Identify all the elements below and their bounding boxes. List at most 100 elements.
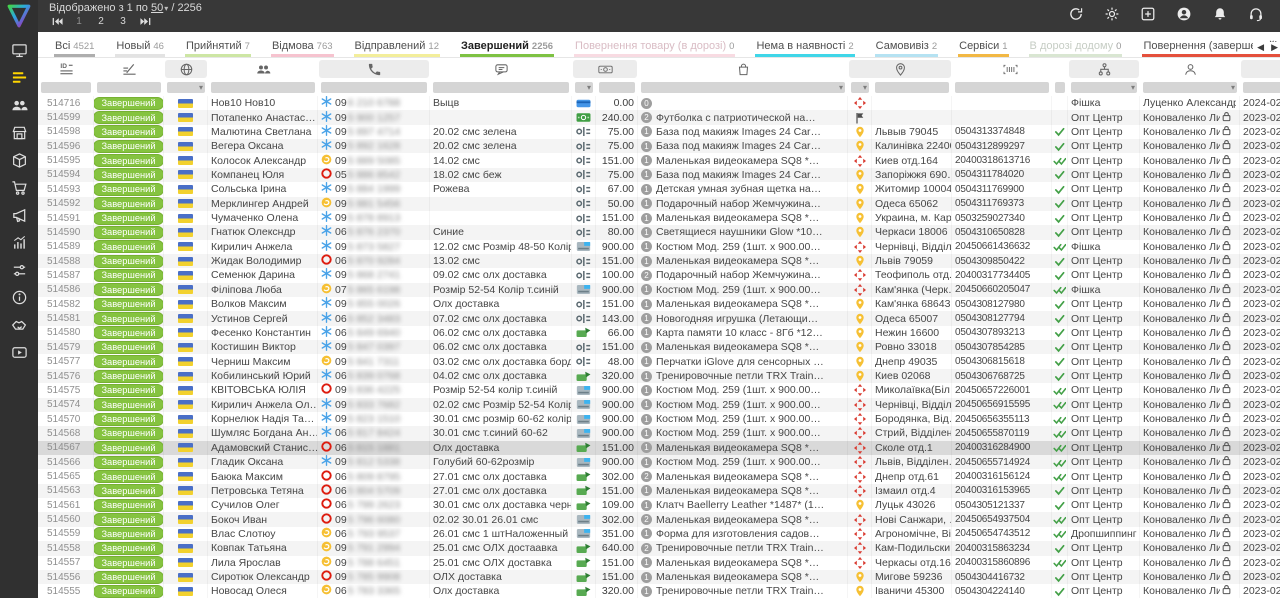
tab-Завершений[interactable]: Завершений2256 [460,36,554,57]
filter-input-col2[interactable] [97,82,161,93]
column-header-source-share[interactable] [1069,60,1139,78]
settings-button[interactable] [1094,0,1130,32]
notifications-button[interactable] [1202,0,1238,32]
sidebar-item-tutorials[interactable] [0,342,38,370]
table-row[interactable]: 514588ЗавершенийЖидак Володимир065 870 9… [38,254,1280,268]
tab-Самовивіз[interactable]: Самовивіз2 [875,36,938,57]
table-row[interactable]: 514576ЗавершенийКобилинський Юрий065 839… [38,369,1280,383]
table-row[interactable]: 514598ЗавершенийМалютина Светлана095 897… [38,125,1280,139]
sidebar-item-marketing[interactable] [0,204,38,232]
column-header-phone[interactable] [319,60,429,78]
table-row[interactable]: 514581ЗавершенийУстинов Сергей065 852 34… [38,311,1280,325]
filter-input-col4[interactable] [211,82,315,93]
sidebar-item-integrations[interactable] [0,259,38,287]
sidebar-item-purchases[interactable] [0,177,38,205]
table-row[interactable]: 514716ЗавершенийНов10 Нов10096 210 6788В… [38,96,1280,110]
filter-input-col1[interactable] [41,82,91,93]
table-row[interactable]: 514561ЗавершенийСучилов Олег065 799 2623… [38,498,1280,512]
filter-input-col11[interactable] [875,82,949,93]
add-new-button[interactable] [1130,0,1166,32]
tab-Повернення товару (в дорозі)[interactable]: Повернення товару (в дорозі)0 [574,36,735,57]
table-row[interactable]: 514591ЗавершенийЧумаченко Олена095 878 8… [38,211,1280,225]
tab-В дорозі додому[interactable]: В дорозі додому0 [1029,36,1123,57]
filter-input-col15[interactable]: ▾ [1143,82,1237,93]
filter-input-col3[interactable]: ▾ [167,82,205,93]
tab-Новый[interactable]: Новый46 [115,36,165,57]
table-row[interactable]: 514595ЗавершенийКолосок Александр095 889… [38,153,1280,167]
table-row[interactable]: 514574ЗавершенийКирилич Анжела Ол…095 83… [38,398,1280,412]
column-header-date[interactable] [1241,60,1280,78]
sidebar-item-orders[interactable] [0,67,38,95]
filter-input-col16[interactable] [1243,82,1280,93]
filter-input-col14[interactable]: ▾ [1071,82,1137,93]
table-row[interactable]: 514560ЗавершенийБокоч Иван095 796 608002… [38,512,1280,526]
filter-input-col12[interactable] [955,82,1049,93]
table-row[interactable]: 514580ЗавершенийФесенко Константин065 84… [38,326,1280,340]
app-logo-icon[interactable] [6,3,32,27]
filter-input-col9[interactable]: ▾ [641,82,845,93]
table-row[interactable]: 514558ЗавершенийКовпак Татьяна095 791 29… [38,541,1280,555]
table-row[interactable]: 514555ЗавершенийНовосад Олеся065 783 336… [38,584,1280,598]
table-row[interactable]: 514568ЗавершенийШумляс Богдана Ан…065 81… [38,426,1280,440]
column-header-delivery-pin[interactable] [849,60,951,78]
filter-input-col5[interactable] [321,82,427,93]
column-header-id[interactable]: ID [39,60,93,78]
table-row[interactable]: 514579ЗавершенийКостишин Виктор095 847 0… [38,340,1280,354]
table-row[interactable]: 514563ЗавершенийПетровська Тетяна065 804… [38,484,1280,498]
table-row[interactable]: 514599ЗавершенийПотапенко Анастас…095 90… [38,110,1280,124]
column-header-status[interactable] [95,60,163,78]
filter-input-col6[interactable] [433,82,569,93]
tabs-scroll-left-icon[interactable]: ◀ [1257,42,1264,53]
table-row[interactable]: 514557ЗавершенийЛила Ярослав095 788 6451… [38,556,1280,570]
table-row[interactable]: 514593ЗавершенийСольська Ірина095 884 19… [38,182,1280,196]
filter-input-col8[interactable] [599,82,635,93]
profile-button[interactable] [1166,0,1202,32]
page-number-3[interactable]: 3 [112,16,134,27]
table-row[interactable]: 514575ЗавершенийКВІТОВСЬКА ЮЛІЯ095 836 4… [38,383,1280,397]
tabs-scroll-right-icon[interactable]: ▶ [1271,42,1278,53]
table-row[interactable]: 514587ЗавершенийСеменюк Дарина095 868 27… [38,268,1280,282]
tab-Відправлений[interactable]: Відправлений12 [354,36,440,57]
first-page-button[interactable] [46,13,68,31]
table-row[interactable]: 514567ЗавершенийАдамовский Станис…065 81… [38,441,1280,455]
sidebar-item-partners[interactable] [0,314,38,342]
sidebar-item-store[interactable] [0,122,38,150]
table-row[interactable]: 514586ЗавершенийФіліпова Люба075 865 619… [38,283,1280,297]
table-row[interactable]: 514556ЗавершенийСиротюк Олександр095 785… [38,570,1280,584]
table-row[interactable]: 514590ЗавершенийГнатюк Олексндр065 876 2… [38,225,1280,239]
tab-Нема в наявності[interactable]: Нема в наявності2 [755,36,854,57]
sidebar-item-info[interactable] [0,287,38,315]
page-number-2[interactable]: 2 [90,16,112,27]
column-header-comment[interactable] [431,60,571,78]
filter-input-col7[interactable]: ▾ [575,82,593,93]
filter-input-col13[interactable] [1055,82,1065,93]
column-header-country-globe[interactable] [165,60,207,78]
tab-Прийнятий[interactable]: Прийнятий7 [185,36,251,57]
table-row[interactable]: 514565ЗавершенийБаюка Максим065 809 8795… [38,469,1280,483]
last-page-button[interactable] [134,13,156,31]
page-number-1[interactable]: 1 [68,16,90,27]
column-header-tracking-barcode[interactable] [953,60,1067,78]
column-header-customers[interactable] [209,60,317,78]
table-row[interactable]: 514570ЗавершенийКорнелюк Надія Та…095 82… [38,412,1280,426]
sidebar-item-products[interactable] [0,149,38,177]
sidebar-item-customers[interactable] [0,94,38,122]
table-row[interactable]: 514596ЗавершенийВегера Оксана095 892 162… [38,139,1280,153]
filter-input-col10[interactable]: ▾ [851,82,869,93]
table-row[interactable]: 514577ЗавершенийЧерниш Максим095 841 731… [38,354,1280,368]
support-button[interactable] [1238,0,1274,32]
tab-Всі[interactable]: Всі4521 [54,36,95,57]
tab-Сервіси[interactable]: Сервіси1 [958,36,1008,57]
table-row[interactable]: 514594ЗавершенийКомпанец Юля055 886 8542… [38,168,1280,182]
sidebar-item-dashboard[interactable] [0,39,38,67]
column-header-manager-person[interactable] [1141,60,1239,78]
table-row[interactable]: 514589ЗавершенийКирилич Анжела095 873 58… [38,240,1280,254]
table-row[interactable]: 514566ЗавершенийГладик Оксана095 812 533… [38,455,1280,469]
tab-Відмова[interactable]: Відмова763 [271,36,334,57]
column-header-products-bag[interactable] [639,60,847,78]
table-row[interactable]: 514559ЗавершенийВлас Слотюу065 793 95372… [38,527,1280,541]
sidebar-item-stats[interactable] [0,232,38,260]
refresh-button[interactable] [1058,0,1094,32]
column-header-payment-money[interactable] [573,60,637,78]
table-row[interactable]: 514592ЗавершенийМерклингер Андрей095 881… [38,197,1280,211]
